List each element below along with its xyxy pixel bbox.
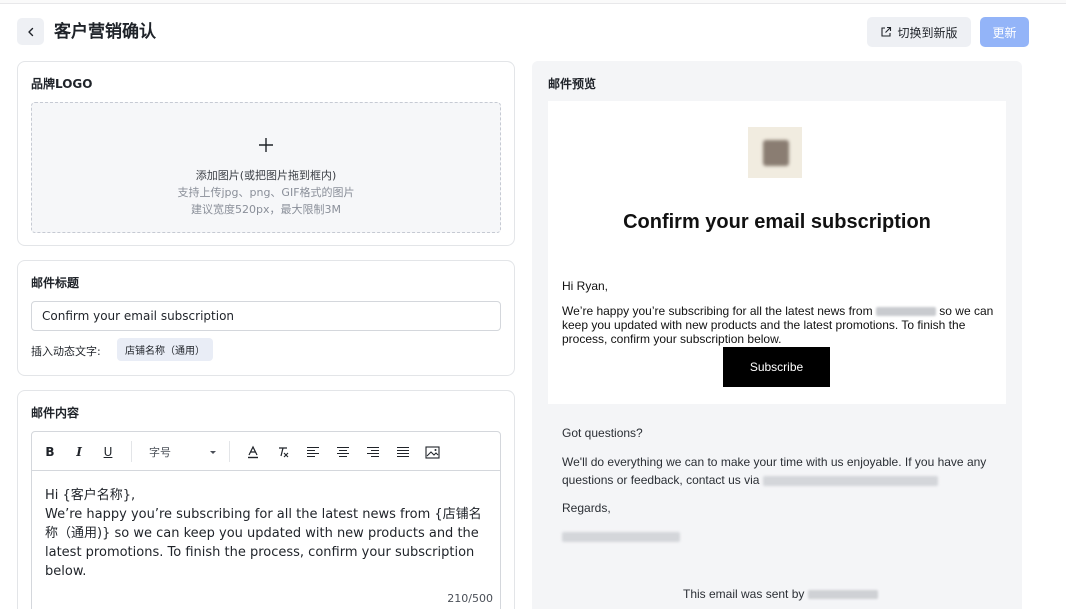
footer-regards: Regards,	[562, 501, 611, 515]
email-subject-card: 邮件标题 插入动态文字: 店铺名称（通用）	[17, 260, 515, 376]
footer-sent-by: This email was sent by	[683, 587, 878, 601]
store-name-tag[interactable]: 店铺名称（通用）	[117, 338, 213, 361]
toolbar-divider	[229, 441, 230, 462]
email-content-card: 邮件内容 B I U 字号 Hi {客户名称}, We’re happy you…	[17, 390, 515, 609]
font-size-select[interactable]: 字号	[149, 442, 217, 462]
email-preview-body: Confirm your email subscription Hi Ryan,…	[548, 101, 1006, 404]
editor-line: Hi {客户名称},	[45, 488, 136, 503]
email-preview-panel: 邮件预览 Confirm your email subscription Hi …	[532, 61, 1022, 609]
align-left-icon[interactable]	[303, 442, 323, 462]
brand-logo-image	[748, 127, 802, 178]
redacted-signature	[562, 532, 680, 542]
upload-instruction: 添加图片(或把图片拖到框内)	[195, 169, 337, 182]
email-greeting: Hi Ryan,	[562, 279, 609, 293]
redacted-sender	[807, 590, 878, 600]
email-heading: Confirm your email subscription	[623, 211, 931, 233]
email-subject-input[interactable]	[31, 301, 501, 331]
switch-version-label: 切换到新版	[897, 25, 958, 40]
upload-size-limit: 建议宽度520px，最大限制3M	[191, 203, 341, 216]
update-button[interactable]: 更新	[980, 17, 1029, 47]
insert-dynamic-label: 插入动态文字:	[31, 345, 101, 358]
sent-by-text: This email was sent by	[683, 587, 805, 601]
plus-icon	[32, 137, 500, 157]
character-counter: 210/500	[447, 592, 493, 605]
external-link-icon	[881, 26, 892, 37]
upload-formats: 支持上传jpg、png、GIF格式的图片	[177, 186, 355, 199]
footer-help-text: We'll do everything we can to make your …	[562, 453, 992, 489]
redacted-contact-email	[762, 475, 938, 486]
editor-content[interactable]: Hi {客户名称}, We’re happy you’re subscribin…	[45, 486, 485, 581]
back-button[interactable]	[17, 18, 44, 45]
email-content-title: 邮件内容	[31, 406, 80, 420]
brand-logo-card: 品牌LOGO 添加图片(或把图片拖到框内) 支持上传jpg、png、GIF格式的…	[17, 61, 515, 246]
align-center-icon[interactable]	[333, 442, 353, 462]
email-subject-title: 邮件标题	[31, 276, 80, 290]
logo-upload-dropzone[interactable]: 添加图片(或把图片拖到框内) 支持上传jpg、png、GIF格式的图片 建议宽度…	[31, 102, 501, 233]
clear-format-icon[interactable]	[273, 442, 293, 462]
align-right-icon[interactable]	[363, 442, 383, 462]
footer-questions: Got questions?	[562, 426, 643, 440]
underline-button[interactable]: U	[98, 442, 118, 462]
caret-down-icon	[210, 451, 216, 454]
redacted-store-name	[875, 307, 936, 317]
editor-line: We’re happy you’re subscribing for all t…	[45, 507, 482, 579]
email-body-text: We’re happy you’re subscribing for all t…	[562, 304, 994, 346]
page-title: 客户营销确认	[54, 22, 156, 42]
insert-image-icon[interactable]	[422, 442, 442, 462]
editor-toolbar: B I U 字号	[32, 432, 500, 471]
subscribe-button[interactable]: Subscribe	[723, 347, 830, 387]
align-justify-icon[interactable]	[393, 442, 413, 462]
italic-button[interactable]: I	[69, 442, 89, 462]
toolbar-divider	[131, 441, 132, 462]
rich-text-editor: B I U 字号 Hi {客户名称}, We’re happy you’re s…	[31, 431, 501, 609]
font-size-label: 字号	[149, 446, 171, 459]
body-text-start: We’re happy you’re subscribing for all t…	[562, 304, 873, 318]
brand-logo-title: 品牌LOGO	[31, 77, 93, 91]
font-color-icon[interactable]	[243, 442, 263, 462]
switch-version-button[interactable]: 切换到新版	[867, 17, 971, 47]
chevron-left-icon	[27, 27, 33, 36]
email-preview-title: 邮件预览	[548, 77, 597, 91]
top-border	[0, 0, 1066, 4]
bold-button[interactable]: B	[40, 442, 60, 462]
